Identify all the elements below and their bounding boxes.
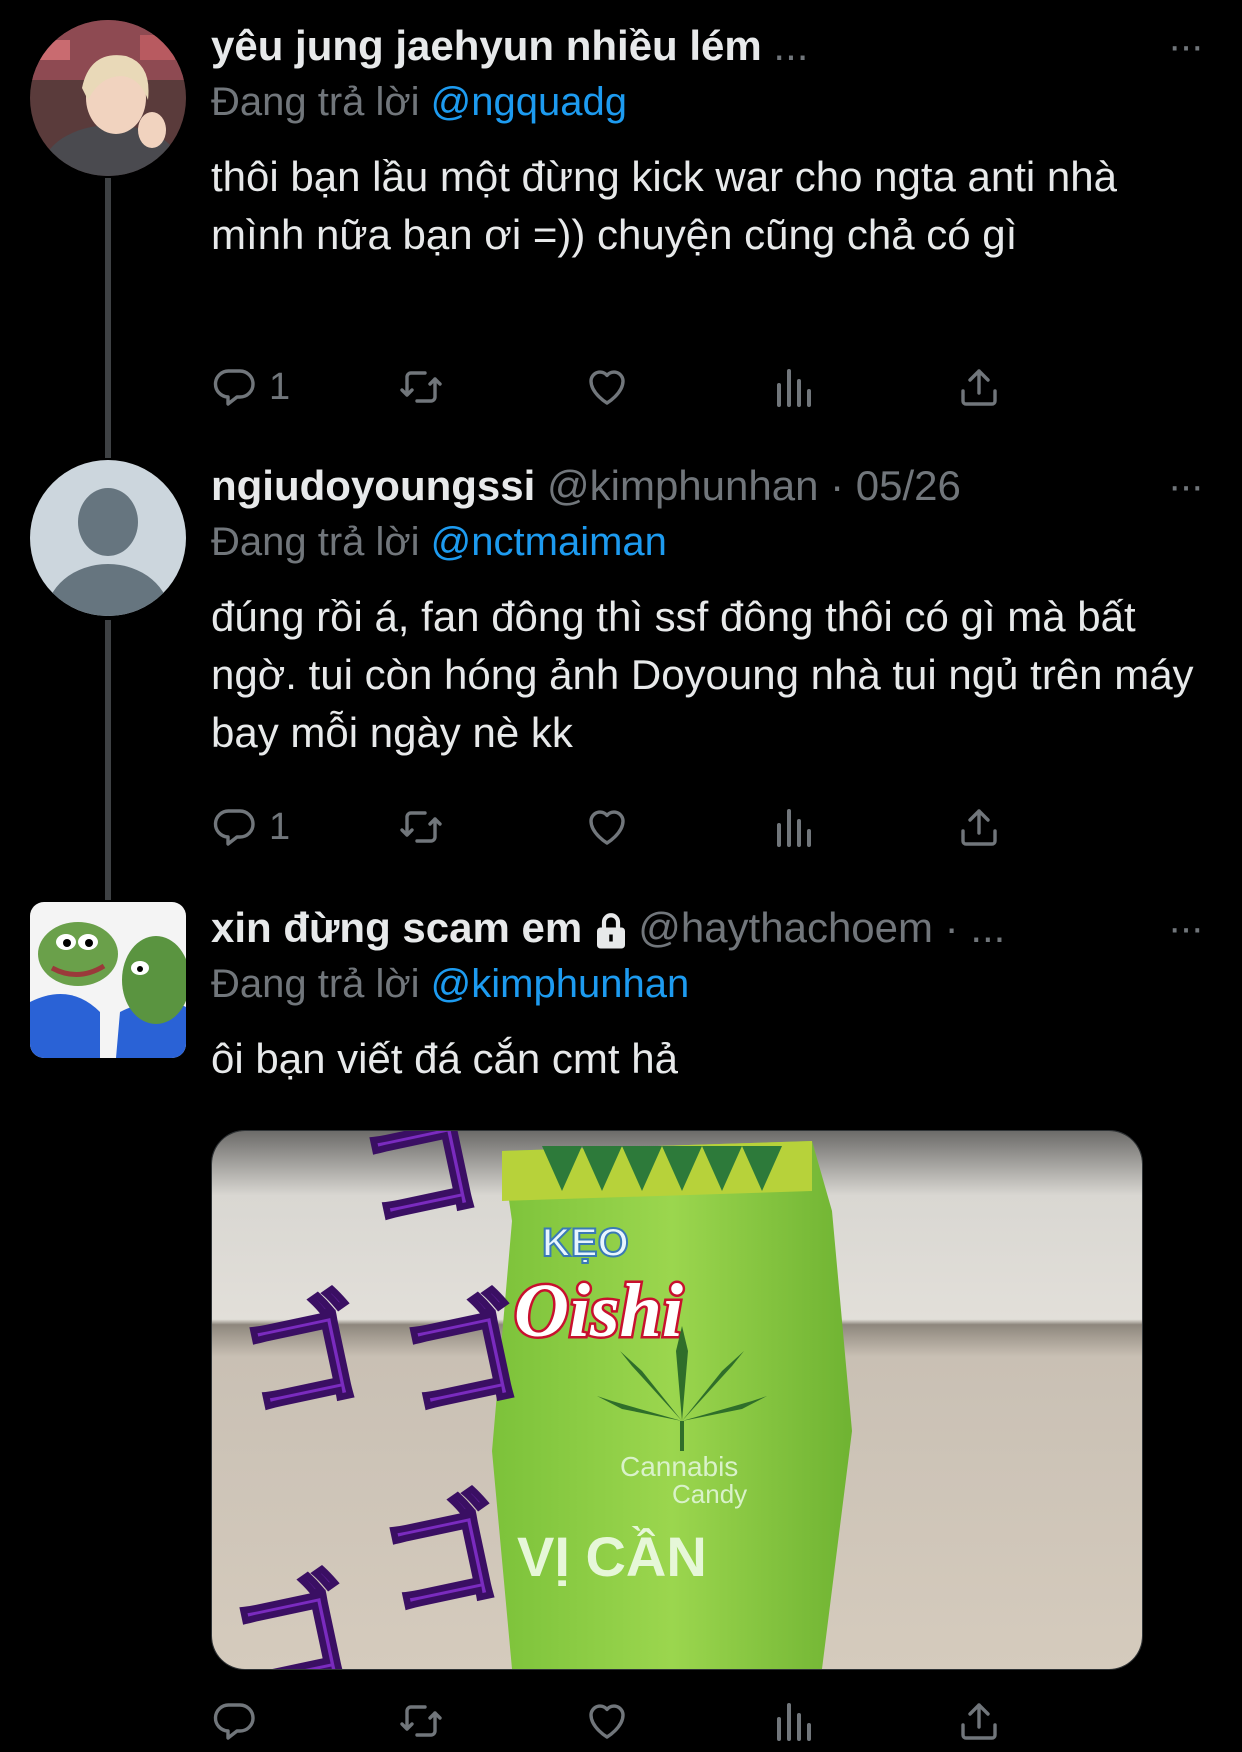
tweet-actions: 1: [211, 802, 1091, 852]
like-button[interactable]: [583, 802, 631, 852]
reply-button[interactable]: [211, 1696, 259, 1746]
reply-prefix: Đang trả lời: [211, 520, 420, 564]
candy-top-label: KẸO: [542, 1221, 629, 1265]
retweet-icon: [400, 1705, 442, 1737]
share-button[interactable]: [955, 1696, 1003, 1746]
retweet-icon: [400, 371, 442, 403]
retweet-icon: [400, 811, 442, 843]
candy-product-line2: Candy: [672, 1479, 747, 1509]
tweet-header: xin đừng scam em @haythachoem · ... ···: [211, 902, 1204, 954]
share-icon: [961, 1703, 997, 1740]
reply-context: Đang trả lời @nctmaiman: [211, 514, 1202, 570]
like-button[interactable]: [583, 1696, 631, 1746]
retweet-button[interactable]: [397, 802, 445, 852]
tweet-text: ôi bạn viết đá cắn cmt hả: [211, 1035, 678, 1082]
views-button[interactable]: [769, 362, 817, 412]
pepe-frog-avatar-icon: [30, 902, 186, 1058]
candy-flavor: VỊ CẦN: [517, 1525, 707, 1588]
reply-icon: [213, 1703, 255, 1740]
like-icon: [589, 370, 625, 405]
person-photo-avatar-icon: [30, 20, 186, 176]
tweet[interactable]: yêu jung jaehyun nhiều lém ... ··· Đang …: [0, 20, 1242, 420]
reply-context: Đang trả lời @kimphunhan: [211, 956, 1202, 1012]
handle-and-date[interactable]: @haythachoem · ...: [638, 904, 1005, 951]
tweet-actions: [211, 1696, 1091, 1746]
share-icon: [961, 369, 997, 406]
views-icon: [777, 1703, 811, 1741]
candy-brand: Oishi: [514, 1269, 683, 1353]
views-icon: [777, 369, 811, 407]
candy-product: Cannabis: [620, 1451, 738, 1482]
more-icon[interactable]: ···: [1168, 460, 1204, 512]
tweet-media-image[interactable]: KẸO Oishi Cannabis Candy VỊ CẦN ゴ ゴ ゴ ゴ …: [211, 1130, 1143, 1670]
reply-mention-link[interactable]: @ngquadg: [431, 80, 627, 124]
reply-icon: [213, 369, 255, 406]
reply-mention-link[interactable]: @nctmaiman: [431, 520, 667, 564]
reply-button[interactable]: 1: [211, 802, 290, 852]
reply-context: Đang trả lời @ngquadg: [211, 74, 1202, 130]
like-icon: [589, 1704, 625, 1739]
tweet-header: ngiudoyoungssi @kimphunhan · 05/26 ···: [211, 460, 1204, 512]
lock-icon: [597, 913, 626, 949]
display-name[interactable]: yêu jung jaehyun nhiều lém: [211, 22, 762, 69]
avatar[interactable]: [30, 20, 186, 176]
name-truncation: ...: [761, 22, 809, 69]
avatar[interactable]: [30, 902, 186, 1058]
reply-button[interactable]: 1: [211, 362, 290, 412]
retweet-button[interactable]: [397, 1696, 445, 1746]
tweet[interactable]: ngiudoyoungssi @kimphunhan · 05/26 ··· Đ…: [0, 460, 1242, 860]
reply-prefix: Đang trả lời: [211, 80, 420, 124]
display-name[interactable]: ngiudoyoungssi: [211, 462, 535, 509]
more-icon[interactable]: ···: [1168, 20, 1204, 72]
more-icon[interactable]: ···: [1168, 902, 1204, 954]
share-icon: [961, 809, 997, 846]
default-avatar-icon: [30, 460, 186, 616]
tweet-text: đúng rồi á, fan đông thì ssf đông thôi c…: [211, 593, 1194, 756]
tweet-header: yêu jung jaehyun nhiều lém ... ···: [211, 20, 1204, 72]
tweet-text: thôi bạn lầu một đừng kick war cho ngta …: [211, 153, 1117, 258]
tweet[interactable]: xin đừng scam em @haythachoem · ... ··· Đ…: [0, 902, 1242, 1752]
candy-photo: KẸO Oishi Cannabis Candy VỊ CẦN ゴ ゴ ゴ ゴ …: [212, 1131, 1142, 1669]
views-button[interactable]: [769, 802, 817, 852]
reply-count: 1: [269, 365, 291, 408]
share-button[interactable]: [955, 802, 1003, 852]
display-name[interactable]: xin đừng scam em: [211, 904, 582, 951]
reply-count: 1: [269, 805, 291, 848]
avatar[interactable]: [30, 460, 186, 616]
reply-prefix: Đang trả lời: [211, 962, 420, 1006]
like-button[interactable]: [583, 362, 631, 412]
reply-mention-link[interactable]: @kimphunhan: [431, 962, 690, 1006]
views-icon: [777, 809, 811, 847]
like-icon: [589, 810, 625, 845]
views-button[interactable]: [769, 1696, 817, 1746]
reply-icon: [213, 809, 255, 846]
retweet-button[interactable]: [397, 362, 445, 412]
handle-and-date[interactable]: @kimphunhan · 05/26: [547, 462, 961, 509]
tweet-actions: 1: [211, 362, 1091, 412]
share-button[interactable]: [955, 362, 1003, 412]
